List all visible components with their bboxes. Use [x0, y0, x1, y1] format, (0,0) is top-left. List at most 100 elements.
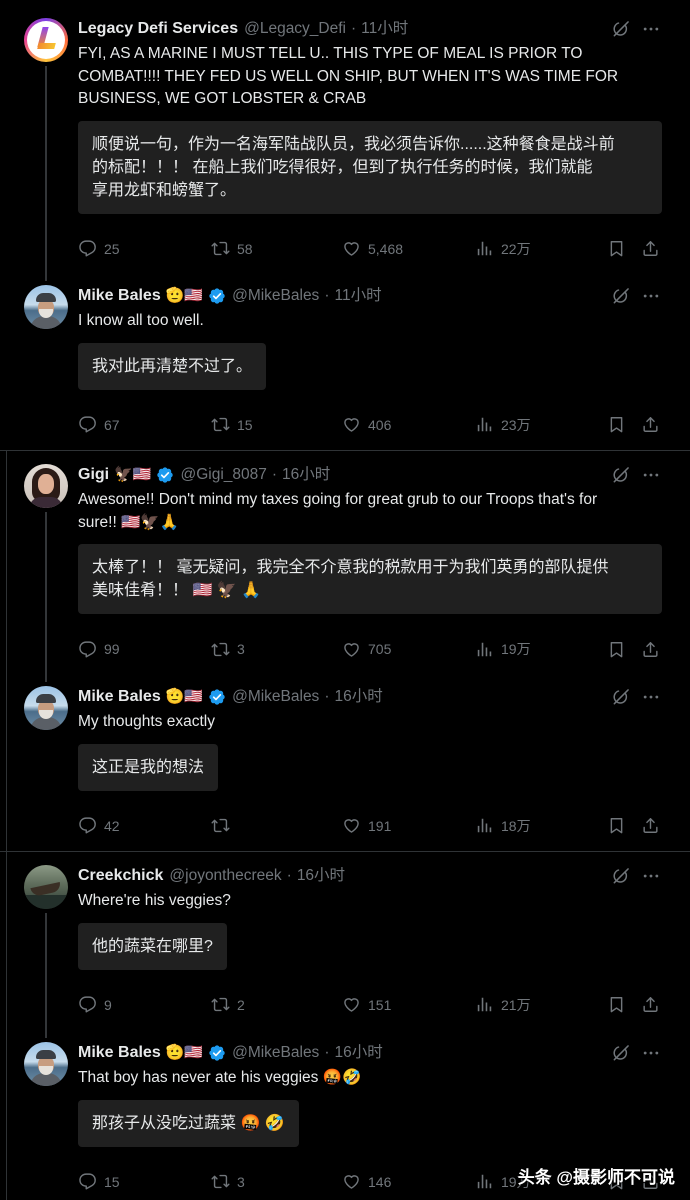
post[interactable]: Legacy Defi Services @Legacy_Defi · 11小时…: [0, 18, 690, 19]
more-button[interactable]: [641, 465, 661, 485]
repost-icon: [211, 239, 230, 258]
grok-button[interactable]: [611, 286, 631, 306]
reply-button[interactable]: 9: [78, 994, 112, 1016]
display-name[interactable]: Mike Bales: [78, 1042, 161, 1064]
share-button[interactable]: [641, 414, 660, 436]
translation-line: 那孩子从没吃过蔬菜 🤬 🤣: [92, 1114, 285, 1132]
views-button[interactable]: 22万: [475, 238, 531, 260]
repost-button[interactable]: 2: [211, 994, 245, 1016]
bookmark-button[interactable]: [607, 815, 626, 837]
grok-button[interactable]: [611, 687, 631, 707]
like-button[interactable]: 151: [342, 994, 391, 1016]
more-button[interactable]: [641, 19, 661, 39]
verified-badge-icon[interactable]: [208, 1044, 226, 1062]
grok-button[interactable]: [611, 1043, 631, 1063]
bookmark-button[interactable]: [607, 638, 626, 660]
post-time[interactable]: 11小时: [361, 18, 408, 40]
post-time[interactable]: 16小时: [282, 464, 330, 486]
translation-line: 他的蔬菜在哪里?: [92, 937, 213, 955]
views-count: 21万: [501, 996, 531, 1013]
grok-button[interactable]: [611, 19, 631, 39]
more-button[interactable]: [641, 286, 661, 306]
repost-button[interactable]: [211, 815, 230, 837]
verified-badge-icon[interactable]: [156, 466, 174, 484]
user-handle[interactable]: @joyonthecreek: [169, 865, 281, 887]
avatar-shape: [24, 895, 68, 909]
display-name[interactable]: Legacy Defi Services: [78, 18, 238, 40]
like-button[interactable]: 5,468: [342, 238, 403, 260]
post[interactable]: Gigi 🦅🇺🇸 @Gigi_8087 · 16小时 Awesome!! Don…: [0, 464, 690, 465]
separator-dot: ·: [324, 1044, 330, 1061]
grok-button[interactable]: [611, 866, 631, 886]
views-button[interactable]: 18万: [475, 815, 531, 837]
post[interactable]: Mike Bales 🫡🇺🇸 @MikeBales · 16小时 My thou…: [0, 686, 690, 687]
avatar[interactable]: [24, 18, 68, 62]
avatar-shape: [38, 474, 54, 494]
user-handle[interactable]: @MikeBales: [232, 1042, 319, 1064]
post[interactable]: Creekchick @joyonthecreek · 16小时 Where'r…: [0, 865, 690, 866]
avatar[interactable]: [24, 865, 68, 909]
reply-button[interactable]: 25: [78, 238, 120, 260]
display-name[interactable]: Gigi: [78, 464, 109, 486]
avatar[interactable]: [24, 285, 68, 329]
more-button[interactable]: [641, 866, 661, 886]
share-button[interactable]: [641, 638, 660, 660]
heart-icon: [342, 816, 361, 835]
like-button[interactable]: 146: [342, 1171, 391, 1193]
user-handle[interactable]: @MikeBales: [232, 686, 319, 708]
user-handle[interactable]: @Legacy_Defi: [244, 18, 346, 40]
bookmark-button[interactable]: [607, 238, 626, 260]
repost-count: 3: [237, 641, 245, 657]
reply-count: 67: [104, 416, 120, 433]
name-emoji-badges: 🫡🇺🇸: [165, 1044, 204, 1061]
display-name[interactable]: Mike Bales: [78, 686, 161, 708]
views-button[interactable]: 23万: [475, 414, 531, 436]
watermark: 头条 @摄影师不可说: [517, 1168, 675, 1187]
bookmark-button[interactable]: [607, 414, 626, 436]
more-button[interactable]: [641, 1043, 661, 1063]
views-button[interactable]: 19万: [475, 638, 531, 660]
post-time[interactable]: 16小时: [297, 865, 345, 887]
post-header: Mike Bales 🫡🇺🇸 @MikeBales · 16小时: [78, 1042, 662, 1064]
views-icon: [475, 816, 494, 835]
like-button[interactable]: 191: [342, 815, 391, 837]
repost-button[interactable]: 15: [211, 414, 253, 436]
avatar[interactable]: [24, 686, 68, 730]
verified-badge-icon[interactable]: [208, 287, 226, 305]
more-button[interactable]: [641, 687, 661, 707]
more-icon: [641, 1043, 661, 1063]
reply-button[interactable]: 15: [78, 1171, 120, 1193]
like-button[interactable]: 406: [342, 414, 391, 436]
user-handle[interactable]: @Gigi_8087: [180, 464, 266, 486]
views-button[interactable]: 21万: [475, 994, 531, 1016]
reply-count: 15: [104, 1173, 120, 1190]
post-time[interactable]: 11小时: [334, 285, 381, 307]
views-count: 22万: [501, 240, 531, 257]
verified-badge-icon[interactable]: [208, 688, 226, 706]
share-button[interactable]: [641, 815, 660, 837]
user-handle[interactable]: @MikeBales: [232, 285, 319, 307]
share-button[interactable]: [641, 238, 660, 260]
post[interactable]: Mike Bales 🫡🇺🇸 @MikeBales · 16小时 That bo…: [0, 1042, 690, 1043]
repost-button[interactable]: 3: [211, 1171, 245, 1193]
avatar[interactable]: [24, 464, 68, 508]
post-text-line: Awesome!! Don't mind my taxes going for …: [78, 491, 598, 508]
display-name[interactable]: Creekchick: [78, 865, 163, 887]
share-button[interactable]: [641, 994, 660, 1016]
bookmark-button[interactable]: [607, 994, 626, 1016]
avatar[interactable]: [24, 1042, 68, 1086]
post-text: My thoughts exactly: [78, 711, 662, 734]
post[interactable]: Mike Bales 🫡🇺🇸 @MikeBales · 11小时 I know …: [0, 285, 690, 286]
reply-button[interactable]: 99: [78, 638, 120, 660]
post-time[interactable]: 16小时: [334, 686, 382, 708]
reply-button[interactable]: 67: [78, 414, 120, 436]
display-name[interactable]: Mike Bales: [78, 285, 161, 307]
reply-button[interactable]: 42: [78, 815, 120, 837]
repost-button[interactable]: 58: [211, 238, 253, 260]
post-time[interactable]: 16小时: [334, 1042, 382, 1064]
like-button[interactable]: 705: [342, 638, 391, 660]
grok-icon: [611, 687, 631, 707]
repost-button[interactable]: 3: [211, 638, 245, 660]
post-header: Creekchick @joyonthecreek · 16小时: [78, 865, 662, 887]
grok-button[interactable]: [611, 465, 631, 485]
